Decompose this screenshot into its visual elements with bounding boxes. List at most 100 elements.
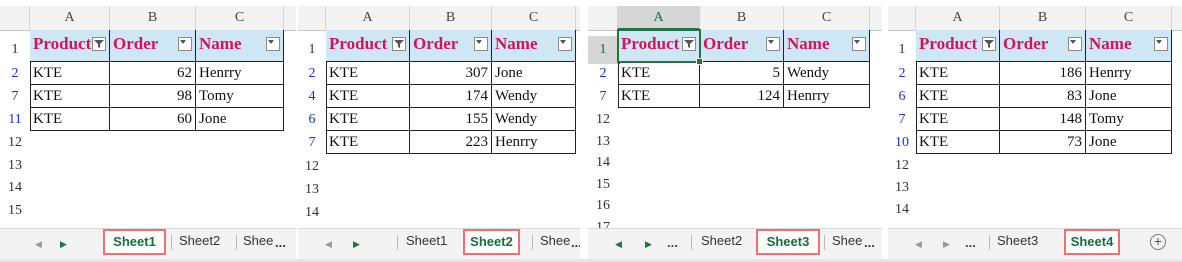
cell-order[interactable]: 223 <box>410 131 492 154</box>
scroll-tabs-right-icon[interactable]: ▶ <box>645 238 652 250</box>
row-header-2[interactable]: 2 <box>588 62 618 85</box>
cell-product[interactable]: KTE <box>916 108 1000 131</box>
scroll-tabs-left-icon[interactable]: ◀ <box>615 238 622 250</box>
sheet-tab-sheet2[interactable]: Sheet2 <box>179 229 231 253</box>
cell-product[interactable]: KTE <box>916 85 1000 108</box>
column-header-b[interactable]: B <box>700 6 784 30</box>
row-header-12[interactable]: 12 <box>588 109 618 131</box>
sheet-tab-shee[interactable]: Shee <box>832 229 864 253</box>
header-cell-name[interactable]: Name <box>492 30 576 62</box>
scroll-tabs-right-icon[interactable]: ▶ <box>943 238 950 250</box>
header-cell-product[interactable]: Product <box>30 30 110 62</box>
filter-funnel-icon[interactable] <box>92 37 106 51</box>
filter-dropdown-icon[interactable] <box>852 37 866 51</box>
cell-name[interactable]: Jone <box>1086 131 1172 154</box>
row-header-13[interactable]: 13 <box>888 177 916 199</box>
cell-order[interactable]: 60 <box>110 108 196 131</box>
cell-product[interactable]: KTE <box>326 131 410 154</box>
filter-dropdown-icon[interactable] <box>766 37 780 51</box>
cell-product[interactable]: KTE <box>916 131 1000 154</box>
cell-order[interactable]: 98 <box>110 85 196 108</box>
cell-order[interactable]: 174 <box>410 85 492 108</box>
cell-product[interactable]: KTE <box>916 62 1000 85</box>
cell-name[interactable]: Henrry <box>492 131 576 154</box>
sheet-tab-sheet4[interactable]: Sheet4 <box>1064 229 1120 255</box>
more-tabs-left-icon[interactable]: ... <box>965 235 976 250</box>
column-header-c[interactable]: C <box>784 6 870 30</box>
cell-product[interactable]: KTE <box>326 108 410 131</box>
sheet-tab-sheet3[interactable]: Sheet3 <box>756 229 820 255</box>
sheet-tab-sheet1[interactable]: Sheet1 <box>103 229 166 255</box>
filter-dropdown-icon[interactable] <box>558 37 572 51</box>
more-tabs-left-icon[interactable]: ... <box>667 235 678 250</box>
column-header-c[interactable]: C <box>1086 6 1172 30</box>
header-cell-order[interactable]: Order <box>1000 30 1086 62</box>
cell-name[interactable]: Wendy <box>492 108 576 131</box>
select-all-corner[interactable] <box>298 6 326 30</box>
row-header-7[interactable]: 7 <box>588 85 618 108</box>
cell-name[interactable]: Jone <box>1086 85 1172 108</box>
cell-name[interactable]: Jone <box>492 62 576 85</box>
header-cell-order[interactable]: Order <box>110 30 196 62</box>
header-cell-product[interactable]: Product <box>326 30 410 62</box>
cell-order[interactable]: 73 <box>1000 131 1086 154</box>
row-header-12[interactable]: 12 <box>298 155 326 178</box>
row-header-12[interactable]: 12 <box>888 155 916 177</box>
filter-funnel-icon[interactable] <box>392 37 406 51</box>
row-header-7[interactable]: 7 <box>888 108 916 131</box>
row-header-17[interactable]: 17 <box>588 217 618 229</box>
row-header-6[interactable]: 6 <box>888 85 916 108</box>
row-header-15[interactable]: 15 <box>588 174 618 196</box>
sheet-tab-sheet3[interactable]: Sheet3 <box>997 229 1049 253</box>
cell-order[interactable]: 83 <box>1000 85 1086 108</box>
row-header-10[interactable]: 10 <box>888 131 916 154</box>
more-tabs-right-icon[interactable]: ... <box>571 235 580 250</box>
cell-order[interactable]: 124 <box>700 85 784 108</box>
plus-circle-icon[interactable]: + <box>1150 234 1166 250</box>
cell-name[interactable]: Tomy <box>1086 108 1172 131</box>
select-all-corner[interactable] <box>588 6 618 30</box>
header-cell-name[interactable]: Name <box>784 30 870 62</box>
header-cell-name[interactable]: Name <box>196 30 284 62</box>
row-header-6[interactable]: 6 <box>298 108 326 131</box>
filter-dropdown-icon[interactable] <box>474 37 488 51</box>
cell-name[interactable]: Henrry <box>784 85 870 108</box>
row-header-14[interactable]: 14 <box>298 201 326 224</box>
column-header-c[interactable]: C <box>492 6 576 30</box>
scroll-tabs-right-icon[interactable]: ▶ <box>60 238 67 250</box>
filter-dropdown-icon[interactable] <box>178 37 192 51</box>
cell-order[interactable]: 148 <box>1000 108 1086 131</box>
more-tabs-right-icon[interactable]: ... <box>864 235 875 250</box>
sheet-tab-sheet2[interactable]: Sheet2 <box>701 229 743 253</box>
row-header-14[interactable]: 14 <box>888 199 916 221</box>
header-cell-name[interactable]: Name <box>1086 30 1172 62</box>
row-header-7[interactable]: 7 <box>0 85 30 108</box>
row-header-14[interactable]: 14 <box>588 152 618 174</box>
cell-product[interactable]: KTE <box>618 62 700 85</box>
cell-name[interactable]: Jone <box>196 108 284 131</box>
column-header-a[interactable]: A <box>30 6 110 30</box>
row-header-2[interactable]: 2 <box>888 62 916 85</box>
row-header-2[interactable]: 2 <box>298 62 326 85</box>
row-header-14[interactable]: 14 <box>0 177 30 200</box>
header-cell-product[interactable]: Product <box>618 30 700 62</box>
select-all-corner[interactable] <box>0 6 30 30</box>
cell-order[interactable]: 62 <box>110 62 196 85</box>
column-header-b[interactable]: B <box>110 6 196 30</box>
cell-order[interactable]: 186 <box>1000 62 1086 85</box>
row-header-1[interactable]: 1 <box>0 36 30 64</box>
row-header-15[interactable]: 15 <box>0 200 30 223</box>
column-header-c[interactable]: C <box>196 6 284 30</box>
row-header-7[interactable]: 7 <box>298 131 326 154</box>
cell-order[interactable]: 5 <box>700 62 784 85</box>
filter-dropdown-icon[interactable] <box>1154 37 1168 51</box>
row-header-1[interactable]: 1 <box>298 36 326 64</box>
column-header-b[interactable]: B <box>1000 6 1086 30</box>
scroll-tabs-left-icon[interactable]: ◀ <box>915 238 922 250</box>
cell-product[interactable]: KTE <box>326 85 410 108</box>
column-header-a[interactable]: A <box>916 6 1000 30</box>
row-header-2[interactable]: 2 <box>0 62 30 85</box>
more-tabs-right-icon[interactable]: ... <box>275 235 286 250</box>
column-header-b[interactable]: B <box>410 6 492 30</box>
cell-name[interactable]: Tomy <box>196 85 284 108</box>
